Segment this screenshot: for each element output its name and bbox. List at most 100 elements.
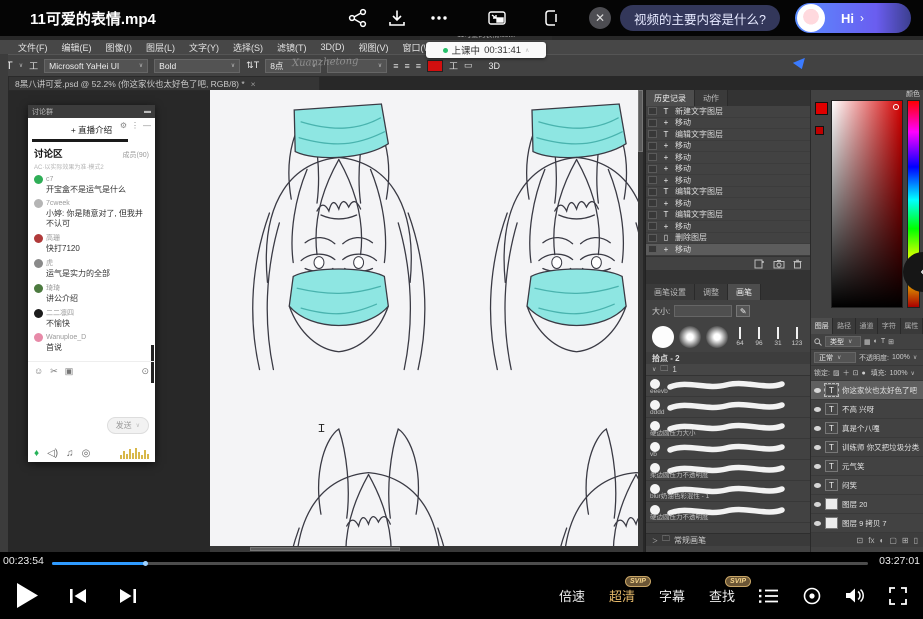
brush-item[interactable]: 柔边圆压力不透明度 (646, 460, 810, 481)
layer-row[interactable]: 图层 9 拷贝 7 (811, 514, 923, 533)
history-item[interactable]: + 移动 (646, 244, 810, 256)
tool-preset-icon[interactable]: 工 (29, 59, 38, 72)
collapse-icon[interactable]: — (143, 121, 151, 130)
history-snapshot-box[interactable] (648, 234, 657, 242)
seek-bar[interactable] (52, 562, 868, 565)
download-icon[interactable] (386, 8, 408, 28)
snapshot-camera-icon[interactable] (773, 259, 785, 269)
brush-item[interactable]: eeevb (646, 376, 810, 397)
eye-icon[interactable] (814, 388, 821, 393)
brush-item[interactable]: vb (646, 439, 810, 460)
ps-document-tab[interactable]: 8黑八讲可爱.psd @ 52.2% (你这家伙也太好色了吧, RGB/8) *… (8, 76, 320, 91)
tab-history[interactable]: 历史记录 (646, 90, 695, 106)
brush-soft-round[interactable] (679, 326, 701, 348)
history-item[interactable]: + 移动 (646, 221, 810, 233)
foreground-color-swatch[interactable] (815, 102, 828, 115)
brush-item[interactable]: blur奶油色彩混性 - 1 (646, 481, 810, 502)
seek-knob[interactable] (143, 561, 148, 566)
history-item[interactable]: T 编辑文字图层 (646, 187, 810, 199)
tab-brushes[interactable]: 画笔 (728, 284, 761, 300)
minimize-icon[interactable]: ▬ (144, 108, 151, 115)
more-icon[interactable] (428, 8, 450, 28)
speaker-icon[interactable]: ◁) (47, 448, 58, 459)
next-icon[interactable] (118, 588, 137, 604)
ps-menu-item[interactable]: 滤镜(T) (277, 41, 307, 54)
tab-channels[interactable]: 通道 (856, 318, 878, 334)
ps-menu-item[interactable]: 编辑(E) (62, 41, 92, 54)
ps-menu-item[interactable]: 图像(I) (106, 41, 133, 54)
lock-position-icon[interactable]: ⊡ (853, 369, 859, 377)
3d-mode-label[interactable]: 3D (489, 61, 501, 71)
filter-group-icon[interactable]: ⊞ (888, 338, 894, 346)
history-item[interactable]: + 移动 (646, 118, 810, 130)
tab-brush-settings[interactable]: 画笔设置 (646, 284, 695, 300)
eye-icon[interactable] (814, 407, 821, 412)
filter-kind-select[interactable]: 类型 ∨ (825, 336, 861, 347)
history-snapshot-box[interactable] (648, 130, 657, 138)
lock-all-icon[interactable]: ● (861, 370, 865, 377)
chat-input-area[interactable] (28, 377, 155, 417)
ai-question-pill[interactable]: 视频的主要内容是什么? (620, 5, 780, 31)
share-icon[interactable] (347, 8, 369, 28)
layer-row[interactable]: T 训练师 你又把垃圾分类... (811, 438, 923, 457)
lock-transparency-icon[interactable]: ▨ (833, 369, 840, 377)
brush-hard-round[interactable] (652, 326, 674, 348)
picture-in-picture-icon[interactable] (486, 8, 508, 28)
history-item[interactable]: + 移动 (646, 164, 810, 176)
send-button[interactable]: 发送 ∨ (107, 417, 149, 434)
chat-messages[interactable]: c7 开宝盒不是运气是什么 7cweek 小婷: 你是随意对了, 但我并不认可 (28, 173, 155, 359)
blend-mode-select[interactable]: 正常 ∨ (814, 352, 856, 363)
playlist-icon[interactable] (759, 588, 779, 604)
align-center-icon[interactable]: ≡ (404, 61, 409, 71)
brush-item[interactable]: 硬边圆压力大小 (646, 418, 810, 439)
layer-row[interactable]: T 闷笑 (811, 476, 923, 495)
layer-row[interactable]: T 你这家伙也太好色了吧 (811, 381, 923, 400)
ps-menu-item[interactable]: 文字(Y) (189, 41, 219, 54)
tab-paths[interactable]: 路径 (833, 318, 855, 334)
filter-type-icon[interactable]: T (881, 338, 885, 345)
class-status-pill[interactable]: 上课中 00:31:41 ∧ (426, 42, 546, 58)
trash-icon[interactable] (793, 259, 802, 269)
settings-icon[interactable]: ⊙ (141, 366, 149, 377)
ps-menu-item[interactable]: 3D(D) (321, 42, 345, 52)
history-item[interactable]: T 编辑文字图层 (646, 210, 810, 222)
new-group-icon[interactable]: ⊞ (902, 536, 909, 545)
eye-icon[interactable] (814, 426, 821, 431)
pencil-icon[interactable]: ✎ (736, 305, 750, 317)
history-snapshot-box[interactable] (648, 199, 657, 207)
font-weight-select[interactable]: Bold ∨ (154, 59, 240, 73)
record-icon[interactable] (803, 587, 821, 605)
color-gradient-box[interactable] (831, 100, 903, 308)
chat-titlebar[interactable]: 讨论群 ▬ (28, 105, 155, 118)
delete-layer-icon[interactable]: ▯ (914, 536, 918, 545)
ai-pill-close-icon[interactable]: ✕ (589, 7, 611, 29)
image-icon[interactable]: ▣ (65, 366, 74, 377)
layer-row[interactable]: T 元气笑 (811, 457, 923, 476)
layer-row[interactable]: T 不高 兴呀 (811, 400, 923, 419)
fill-value[interactable]: 100% (890, 370, 908, 377)
history-item[interactable]: ▯ 删除图层 (646, 233, 810, 245)
history-snapshot-box[interactable] (648, 153, 657, 161)
ps-menu-item[interactable]: 视图(V) (359, 41, 389, 54)
brush-tip-31[interactable]: 31 (771, 327, 785, 347)
history-snapshot-box[interactable] (648, 165, 657, 173)
layer-row[interactable]: 图层 20 (811, 495, 923, 514)
search-button[interactable]: 查找 SVIP (709, 586, 735, 605)
lock-pixels-icon[interactable]: ＋ (843, 368, 850, 378)
speed-button[interactable]: 倍速 (559, 586, 585, 605)
gear-icon[interactable]: ⚙ (120, 121, 127, 130)
new-document-icon[interactable] (754, 259, 765, 269)
music-icon[interactable]: ♫ (66, 448, 74, 459)
history-snapshot-box[interactable] (648, 107, 657, 115)
previous-icon[interactable] (69, 588, 88, 604)
panel-toggle-icon[interactable]: ▭ (464, 60, 473, 71)
brush-footer-group[interactable]: ＞ 🗀 常规画笔 (646, 533, 811, 546)
ps-canvas[interactable]: Ｉ (210, 90, 638, 552)
eye-icon[interactable] (814, 483, 821, 488)
eye-icon[interactable] (814, 445, 821, 450)
play-icon[interactable] (16, 582, 39, 609)
layer-row[interactable]: T 真是个八嘎 (811, 419, 923, 438)
assistant-hi-button[interactable]: Hi › (795, 3, 911, 33)
fullscreen-icon[interactable] (889, 587, 907, 605)
close-icon[interactable]: × (251, 79, 256, 89)
